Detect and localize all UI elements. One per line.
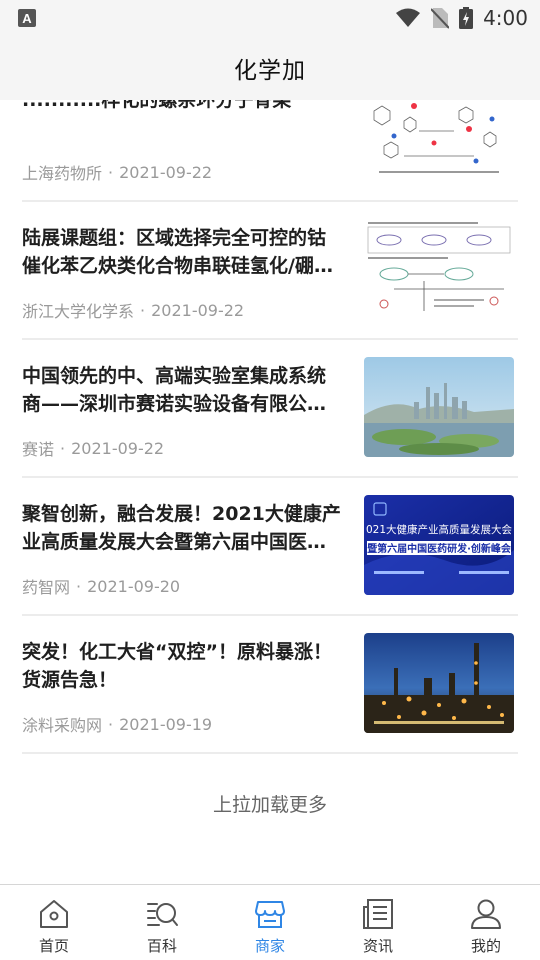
reaction-diagram-thumbnail bbox=[364, 219, 514, 319]
article-source: 赛诺 bbox=[22, 440, 55, 459]
meta-separator: · bbox=[140, 300, 146, 320]
app-header: 化学加 bbox=[0, 36, 540, 100]
meta-separator: · bbox=[108, 714, 114, 734]
tab-home[interactable]: 首页 bbox=[0, 885, 108, 960]
banner-title-line2: 暨第六届中国医药研发·创新峰会 bbox=[367, 542, 511, 555]
status-bar: A 4:00 bbox=[0, 0, 540, 36]
store-icon bbox=[255, 901, 285, 928]
tab-label-encyclopedia: 百科 bbox=[146, 937, 177, 955]
article-item[interactable]: ...........样化的螺杂环分子骨架 上海药物所 · 2021-09-22 bbox=[22, 100, 518, 202]
feed-content: ...........样化的螺杂环分子骨架 上海药物所 · 2021-09-22 bbox=[0, 100, 540, 816]
article-headline: 突发！化工大省“双控”！原料暴涨！货源告急！ bbox=[22, 641, 332, 691]
page-title: 化学加 bbox=[234, 58, 306, 84]
article-date: 2021-09-19 bbox=[119, 714, 213, 734]
article-source: 药智网 bbox=[22, 578, 71, 597]
factory-night-thumbnail bbox=[364, 633, 514, 733]
notification-a-icon: A bbox=[18, 9, 36, 27]
article-meta: 浙江大学化学系 · 2021-09-22 bbox=[22, 298, 244, 322]
conference-banner-thumbnail: 021大健康产业高质量发展大会 暨第六届中国医药研发·创新峰会 bbox=[364, 495, 514, 595]
tab-merchants[interactable]: 商家 bbox=[216, 885, 324, 960]
news-icon bbox=[363, 899, 393, 929]
article-date: 2021-09-22 bbox=[119, 162, 213, 182]
article-date: 2021-09-22 bbox=[71, 438, 165, 458]
article-item[interactable]: 聚智创新，融合发展！2021大健康产业高质量发展大会暨第六届中国医… 药智网 ·… bbox=[22, 478, 518, 616]
article-item[interactable]: 陆展课题组：区域选择完全可控的钴催化苯乙炔类化合物串联硅氢化/硼… 浙江大学化学… bbox=[22, 202, 518, 340]
article-headline: 陆展课题组：区域选择完全可控的钴催化苯乙炔类化合物串联硅氢化/硼… bbox=[22, 227, 333, 277]
battery-icon bbox=[459, 7, 474, 29]
article-date: 2021-09-22 bbox=[151, 300, 245, 320]
article-meta: 药智网 · 2021-09-20 bbox=[22, 574, 180, 598]
tab-news[interactable]: 资讯 bbox=[324, 885, 432, 960]
article-item[interactable]: 中国领先的中、高端实验室集成系统商——深圳市赛诺实验设备有限公… 赛诺 · 20… bbox=[22, 340, 518, 478]
article-date: 2021-09-20 bbox=[87, 576, 181, 596]
article-source: 浙江大学化学系 bbox=[22, 302, 135, 321]
wifi-icon bbox=[396, 8, 421, 27]
encyclopedia-search-icon bbox=[147, 903, 178, 926]
meta-separator: · bbox=[60, 438, 66, 458]
tab-profile[interactable]: 我的 bbox=[432, 885, 540, 960]
meta-separator: · bbox=[108, 162, 114, 182]
article-meta: 涂料采购网 · 2021-09-19 bbox=[22, 712, 212, 736]
no-sim-icon bbox=[431, 8, 450, 29]
article-feed[interactable]: ...........样化的螺杂环分子骨架 上海药物所 · 2021-09-22 bbox=[0, 100, 540, 884]
article-headline: ...........样化的螺杂环分子骨架 bbox=[22, 100, 292, 111]
article-source: 上海药物所 bbox=[22, 164, 103, 183]
article-source: 涂料采购网 bbox=[22, 716, 103, 735]
bottom-tab-bar: 首页 百科 商家 资讯 我的 bbox=[0, 884, 540, 960]
article-headline: 中国领先的中、高端实验室集成系统商——深圳市赛诺实验设备有限公… bbox=[22, 365, 327, 415]
tab-label-home: 首页 bbox=[38, 937, 69, 955]
tab-label-profile: 我的 bbox=[470, 937, 501, 955]
profile-icon bbox=[471, 899, 501, 929]
home-icon bbox=[40, 900, 68, 928]
tab-label-news: 资讯 bbox=[362, 937, 393, 955]
article-meta: 上海药物所 · 2021-09-22 bbox=[22, 160, 212, 184]
svg-text:A: A bbox=[22, 11, 32, 26]
banner-title-line1: 021大健康产业高质量发展大会 bbox=[366, 523, 513, 536]
article-meta: 赛诺 · 2021-09-22 bbox=[22, 436, 164, 460]
article-headline: 聚智创新，融合发展！2021大健康产业高质量发展大会暨第六届中国医… bbox=[22, 503, 341, 553]
load-more-hint[interactable]: 上拉加载更多 bbox=[0, 790, 540, 817]
scheme-thumbnail bbox=[364, 100, 514, 181]
article-item[interactable]: 突发！化工大省“双控”！原料暴涨！货源告急！ 涂料采购网 · 2021-09-1… bbox=[22, 616, 518, 754]
clock: 4:00 bbox=[483, 6, 528, 30]
tab-encyclopedia[interactable]: 百科 bbox=[108, 885, 216, 960]
city-photo-thumbnail bbox=[364, 357, 514, 457]
tab-label-merchants: 商家 bbox=[254, 937, 285, 955]
meta-separator: · bbox=[76, 576, 82, 596]
